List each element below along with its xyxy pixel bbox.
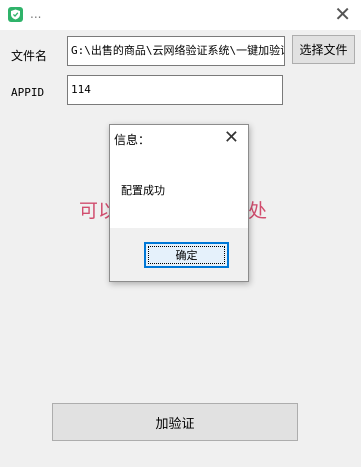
ok-button[interactable]: 确定 <box>144 242 229 268</box>
dialog-message: 配置成功 <box>121 184 165 197</box>
file-label: 文件名 <box>11 49 48 63</box>
shield-icon <box>8 7 23 22</box>
dialog-title: 信息： <box>114 133 151 147</box>
appid-input[interactable]: 114 <box>67 75 283 105</box>
focus-ring <box>148 246 225 264</box>
title-bar: ... ✕ <box>0 0 361 30</box>
window-title: ... <box>30 7 42 21</box>
add-verification-button[interactable]: 加验证 <box>52 403 298 441</box>
browse-file-button[interactable]: 选择文件 <box>292 35 355 64</box>
file-path-input[interactable]: G:\出售的商品\云网络验证系统\一键加验证 <box>67 36 285 66</box>
appid-label: APPID <box>11 86 45 99</box>
dialog-footer: 确定 <box>110 228 248 281</box>
background-hint-text-right: 处 <box>248 200 268 222</box>
dialog-close-icon[interactable]: ✕ <box>224 126 239 150</box>
info-dialog: 信息： ✕ 配置成功 确定 <box>109 124 249 282</box>
close-icon[interactable]: ✕ <box>334 3 351 25</box>
